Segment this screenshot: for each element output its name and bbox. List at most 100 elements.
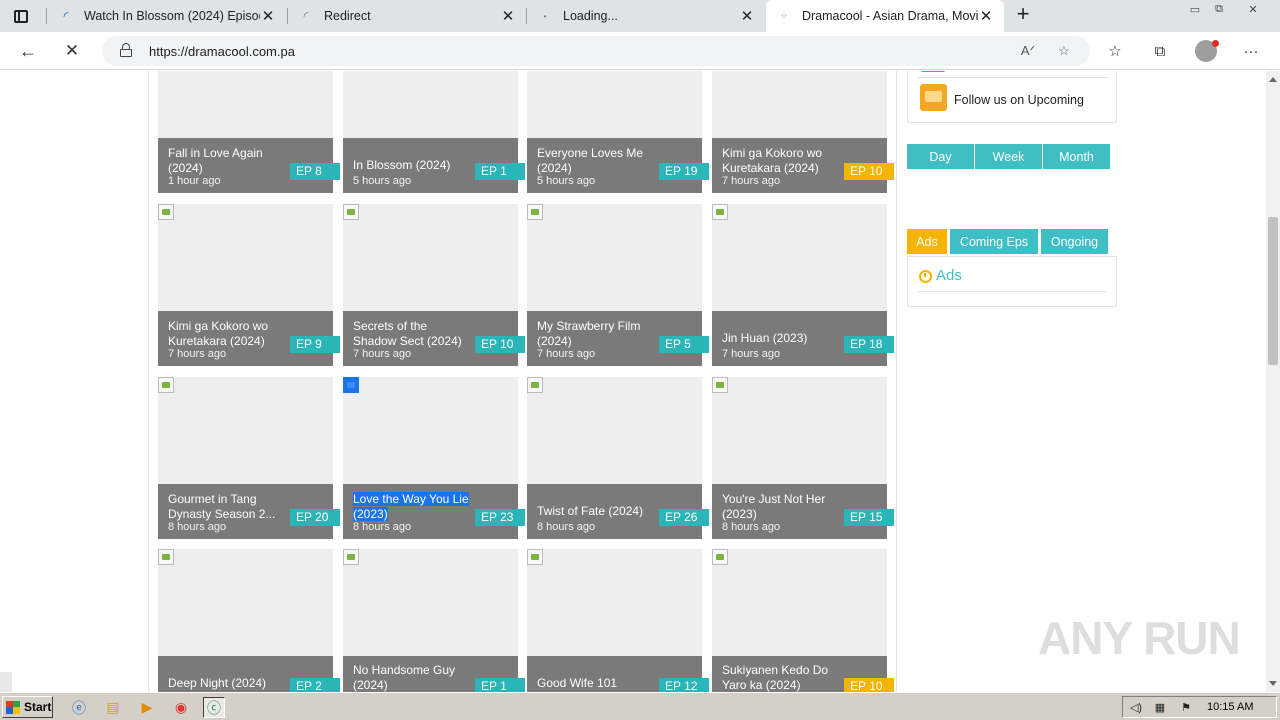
volume-icon[interactable]: ◁) — [1129, 701, 1143, 714]
internet-explorer-icon[interactable]: ⓔ — [68, 697, 90, 718]
updated-time: 7 hours ago — [722, 175, 781, 187]
drama-card[interactable]: My Strawberry Film (2024) 7 hours ago EP… — [527, 204, 709, 366]
drama-title[interactable]: You're Just Not Her (2023) — [722, 492, 840, 522]
scroll-down-icon[interactable] — [1269, 681, 1277, 686]
clock-icon — [919, 270, 932, 283]
updated-time: 8 hours ago — [353, 521, 412, 533]
drama-card[interactable]: Twist of Fate (2024) 8 hours ago EP 26 — [527, 377, 709, 539]
chrome-icon[interactable]: ◉ — [170, 697, 192, 718]
drama-card[interactable]: You're Just Not Her (2023) 8 hours ago E… — [712, 377, 894, 539]
edge-icon[interactable]: ⓒ — [203, 697, 225, 718]
drama-title[interactable]: Twist of Fate (2024) — [537, 504, 655, 519]
add-favorite-icon[interactable]: ☆ — [1054, 41, 1074, 61]
close-icon[interactable]: ✕ — [739, 8, 755, 25]
tab-watch-in-blossom[interactable]: ◜ Watch In Blossom (2024) Episode ✕ — [48, 0, 286, 32]
vertical-scrollbar[interactable] — [1266, 71, 1280, 692]
drama-card[interactable]: Kimi ga Kokoro wo Kuretakara (2024) 7 ho… — [712, 71, 894, 193]
more-menu-icon[interactable]: ··· — [1240, 40, 1262, 62]
tab-loading[interactable]: • Loading... ✕ — [527, 0, 765, 32]
url-text[interactable]: https://dramacool.com.pa — [149, 44, 295, 59]
minimize-icon[interactable]: ▭ — [1184, 2, 1206, 16]
profile-avatar[interactable] — [1195, 40, 1219, 62]
drama-card[interactable]: Deep Night (2024) EP 2 — [158, 549, 340, 692]
tab-actions-icon[interactable] — [12, 7, 30, 25]
drama-title[interactable]: In Blossom (2024) — [353, 158, 471, 173]
windows-taskbar: Start ⓔ ▤ ▶ ◉ ⓒ ◁) ▦ ⚑ 10:15 AM — [0, 692, 1280, 720]
browser-toolbar: ← ✕ https://dramacool.com.pa Aᐟ ☆ ☆ ⧉ ··… — [0, 32, 1280, 70]
tab-month[interactable]: Month — [1043, 144, 1110, 169]
media-player-icon[interactable]: ▶ — [136, 697, 158, 718]
updated-time: 1 hour ago — [168, 175, 221, 187]
drama-card[interactable]: Sukiyanen Kedo Do Yaro ka (2024) EP 10 — [712, 549, 894, 692]
restore-icon[interactable]: ⧉ — [1208, 2, 1230, 16]
drama-title[interactable]: Kimi ga Kokoro wo Kuretakara (2024) — [168, 319, 286, 349]
favorites-icon[interactable]: ☆ — [1104, 40, 1126, 62]
stop-loading-icon[interactable]: ✕ — [60, 39, 84, 63]
drama-card[interactable]: Jin Huan (2023) 7 hours ago EP 18 — [712, 204, 894, 366]
network-icon[interactable]: ▦ — [1153, 701, 1167, 714]
ads-heading[interactable]: Ads — [936, 267, 962, 284]
page-corner — [0, 672, 12, 692]
updated-time: 5 hours ago — [537, 175, 596, 187]
episode-badge: EP 12 — [659, 678, 709, 692]
drama-card[interactable]: In Blossom (2024) 5 hours ago EP 1 — [343, 71, 525, 193]
episode-badge: EP 10 — [844, 678, 894, 692]
drama-title[interactable]: Kimi ga Kokoro wo Kuretakara (2024) — [722, 146, 840, 176]
drama-title[interactable]: Secrets of the Shadow Sect (2024) — [353, 319, 471, 349]
file-explorer-icon[interactable]: ▤ — [102, 697, 124, 718]
lock-icon[interactable] — [120, 43, 132, 57]
broken-image-icon — [712, 204, 728, 220]
episode-badge: EP 9 — [290, 336, 340, 353]
window-close-icon[interactable]: ✕ — [1242, 2, 1264, 16]
tab-ongoing[interactable]: Ongoing — [1041, 229, 1108, 254]
tab-redirect[interactable]: ◜ Redirect ✕ — [288, 0, 526, 32]
upcoming-app-icon[interactable] — [920, 84, 947, 111]
drama-title[interactable]: No Handsome Guy (2024) — [353, 663, 471, 692]
episode-badge: EP 23 — [475, 509, 525, 526]
drama-card[interactable]: Good Wife 101 EP 12 — [527, 549, 709, 692]
drama-title[interactable]: My Strawberry Film (2024) — [537, 319, 655, 349]
tab-week[interactable]: Week — [975, 144, 1042, 169]
drama-title[interactable]: Sukiyanen Kedo Do Yaro ka (2024) — [722, 663, 840, 692]
drama-title[interactable]: Fall in Love Again (2024) — [168, 146, 286, 176]
drama-card[interactable]: No Handsome Guy (2024) EP 1 — [343, 549, 525, 692]
close-icon[interactable]: ✕ — [978, 8, 994, 25]
scroll-thumb[interactable] — [1268, 217, 1278, 365]
address-bar[interactable]: https://dramacool.com.pa Aᐟ ☆ — [102, 36, 1090, 66]
tab-ads[interactable]: Ads — [907, 229, 947, 254]
back-arrow-icon[interactable]: ← — [16, 39, 40, 63]
drama-title[interactable]: Good Wife 101 — [537, 676, 655, 691]
start-button[interactable]: Start — [2, 696, 53, 718]
drama-card[interactable]: Fall in Love Again (2024) 1 hour ago EP … — [158, 71, 340, 193]
tab-coming-eps[interactable]: Coming Eps — [950, 229, 1038, 254]
follow-upcoming-link[interactable]: Follow us on Upcoming — [954, 93, 1084, 107]
tab-title: Dramacool - Asian Drama, Movie — [802, 9, 978, 23]
system-tray: ◁) ▦ ⚑ 10:15 AM — [1122, 696, 1277, 718]
collections-icon[interactable]: ⧉ — [1149, 40, 1171, 62]
drama-card[interactable]: Kimi ga Kokoro wo Kuretakara (2024) 7 ho… — [158, 204, 340, 366]
drama-card[interactable]: Secrets of the Shadow Sect (2024) 7 hour… — [343, 204, 525, 366]
drama-title[interactable]: Love the Way You Lie (2023) — [353, 492, 471, 522]
new-tab-button[interactable]: + — [1012, 3, 1034, 26]
episode-badge: EP 10 — [475, 336, 525, 353]
selected-title-text[interactable]: Love the Way You Lie (2023) — [353, 492, 469, 521]
drama-card[interactable]: Everyone Loves Me (2024) 5 hours ago EP … — [527, 71, 709, 193]
tab-dramacool[interactable]: ⁘ Dramacool - Asian Drama, Movie ✕ — [766, 0, 1004, 32]
drama-card[interactable]: Gourmet in Tang Dynasty Season 2... 8 ho… — [158, 377, 340, 539]
drama-title[interactable]: Gourmet in Tang Dynasty Season 2... — [168, 492, 286, 522]
flag-icon[interactable]: ⚑ — [1179, 701, 1193, 714]
scroll-up-icon[interactable] — [1269, 77, 1277, 82]
updated-time: 7 hours ago — [537, 348, 596, 360]
content-right-border — [896, 71, 897, 692]
episode-badge: EP 18 — [844, 336, 894, 353]
close-icon[interactable]: ✕ — [260, 8, 276, 25]
updated-time: 8 hours ago — [722, 521, 781, 533]
drama-card[interactable]: Love the Way You Lie (2023) 8 hours ago … — [343, 377, 525, 539]
drama-title[interactable]: Jin Huan (2023) — [722, 331, 840, 346]
read-aloud-icon[interactable]: Aᐟ — [1018, 41, 1038, 61]
content-left-border — [148, 71, 149, 692]
drama-title[interactable]: Deep Night (2024) — [168, 676, 286, 691]
drama-title[interactable]: Everyone Loves Me (2024) — [537, 146, 655, 176]
close-icon[interactable]: ✕ — [500, 8, 516, 25]
tab-day[interactable]: Day — [907, 144, 974, 169]
